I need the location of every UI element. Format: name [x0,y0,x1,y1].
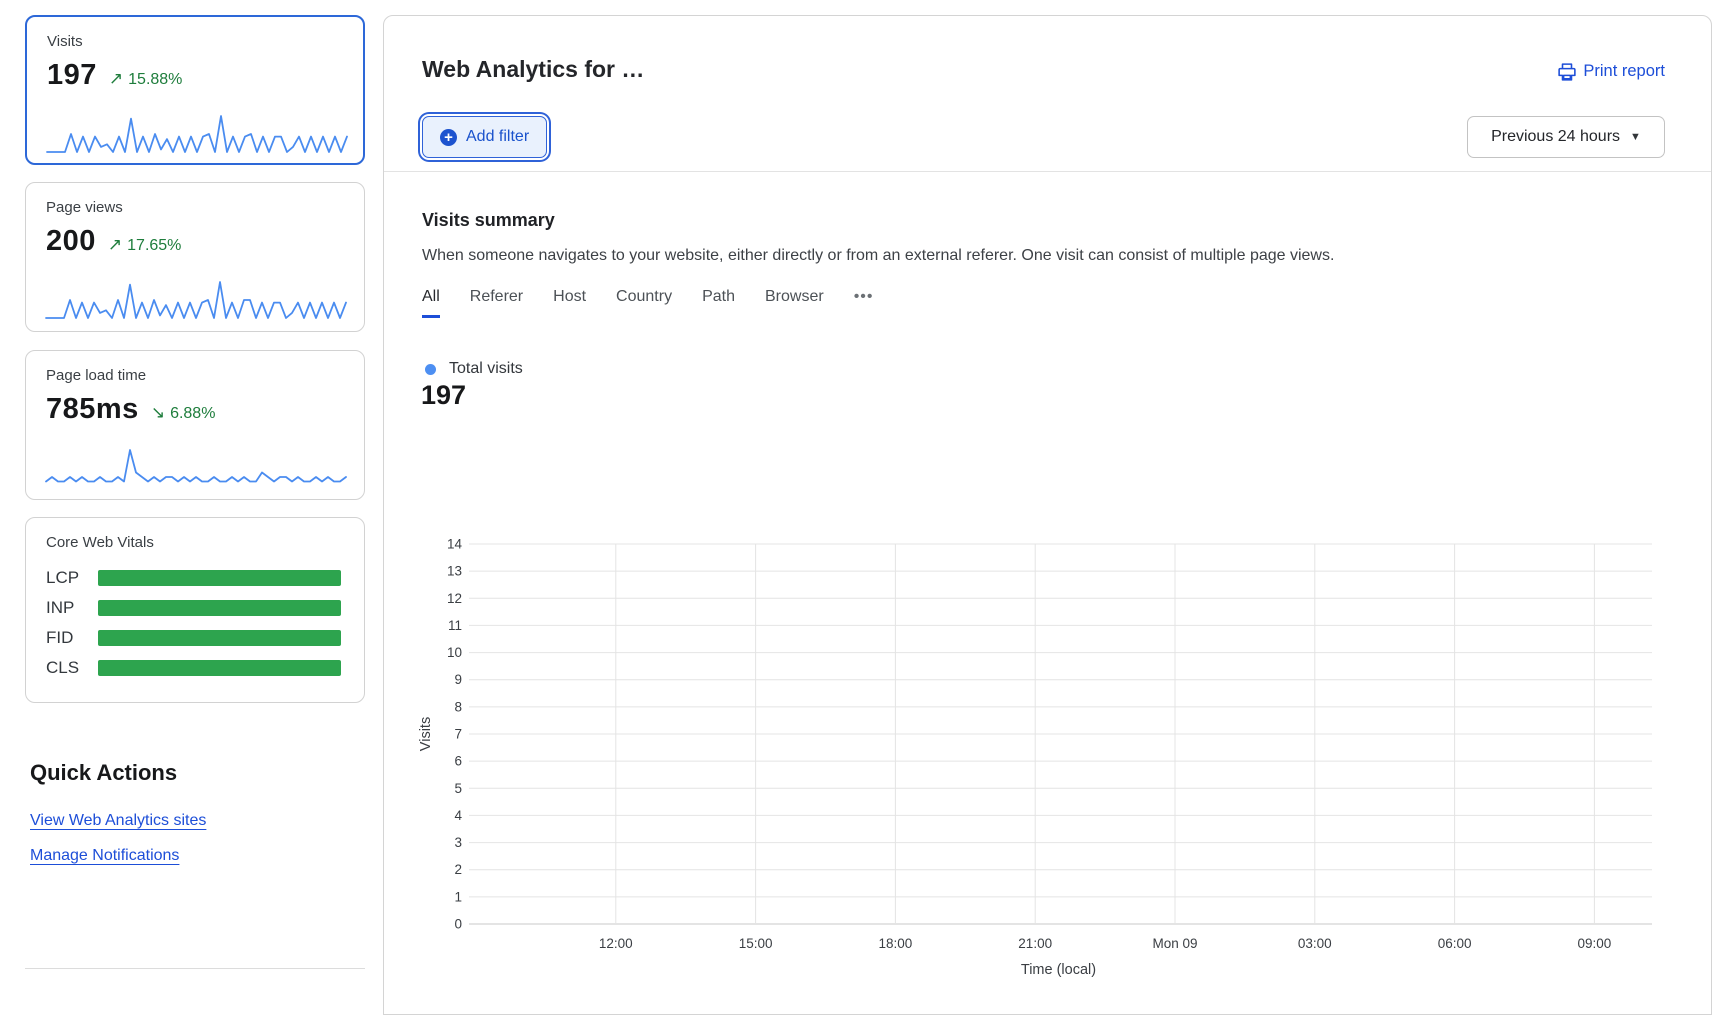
time-range-label: Previous 24 hours [1491,128,1620,146]
sidebar-divider [25,968,365,969]
core-web-vitals-title: Core Web Vitals [46,534,154,551]
cwv-bar-inp [98,600,341,616]
tab-all[interactable]: All [422,288,440,318]
svg-text:21:00: 21:00 [1018,936,1052,951]
svg-text:7: 7 [454,727,462,742]
tab-host[interactable]: Host [553,288,586,318]
cwv-row-lcp: LCP [46,568,346,588]
trend-up-icon: ↗ [108,235,122,255]
cwv-label-lcp: LCP [46,568,98,588]
visits-card-delta-value: 15.88% [128,71,182,89]
plus-circle-icon: + [440,129,457,146]
legend-label: Total visits [449,360,523,378]
visits-summary-title: Visits summary [422,210,555,231]
page-load-time-card-delta-value: 6.88% [170,405,215,423]
svg-text:18:00: 18:00 [879,936,913,951]
cwv-label-inp: INP [46,598,98,618]
chevron-down-icon: ▼ [1630,131,1641,143]
svg-text:0: 0 [454,917,462,932]
svg-text:Mon 09: Mon 09 [1152,936,1197,951]
page-views-card-delta-value: 17.65% [127,237,181,255]
cwv-row-inp: INP [46,598,346,618]
svg-text:8: 8 [454,699,462,714]
svg-text:03:00: 03:00 [1298,936,1332,951]
svg-text:09:00: 09:00 [1578,936,1612,951]
cwv-bar-lcp [98,570,341,586]
total-visits-legend[interactable]: Total visits [425,360,523,378]
svg-text:10: 10 [447,645,462,660]
manage-notifications-link[interactable]: Manage Notifications [30,847,179,865]
svg-text:Visits: Visits [418,717,434,751]
cwv-label-fid: FID [46,628,98,648]
svg-text:12:00: 12:00 [599,936,633,951]
page-views-card-title: Page views [46,199,123,216]
svg-text:6: 6 [454,754,462,769]
svg-text:1: 1 [454,889,462,904]
page-views-card-delta: ↗ 17.65% [108,235,182,255]
tab-referer[interactable]: Referer [470,288,523,318]
svg-text:15:00: 15:00 [739,936,773,951]
svg-text:14: 14 [447,537,463,552]
page-title: Web Analytics for … [422,56,644,83]
svg-text:11: 11 [448,618,462,633]
page-load-time-card-delta: ↘ 6.88% [151,403,216,423]
tab-country[interactable]: Country [616,288,672,318]
visits-card-delta: ↗ 15.88% [109,69,183,89]
printer-icon [1558,63,1576,81]
svg-text:13: 13 [447,564,462,579]
visits-sparkline [45,111,349,155]
add-filter-label: Add filter [466,128,529,146]
web-analytics-panel: Web Analytics for … Print report + Add f… [383,15,1712,1015]
header-divider [384,171,1711,172]
visits-line-chart: 0123456789101112131412:0015:0018:0021:00… [414,466,1674,991]
svg-text:5: 5 [454,781,462,796]
print-report-label: Print report [1583,62,1665,81]
add-filter-button[interactable]: + Add filter [422,116,547,158]
time-range-dropdown[interactable]: Previous 24 hours ▼ [1467,116,1665,158]
total-visits-value: 197 [421,380,466,411]
visits-chart: 0123456789101112131412:0015:0018:0021:00… [414,466,1674,991]
svg-text:06:00: 06:00 [1438,936,1472,951]
cwv-row-cls: CLS [46,658,346,678]
visits-card[interactable]: Visits 197 ↗ 15.88% [25,15,365,165]
page-views-sparkline [44,277,348,321]
legend-dot-icon [425,364,436,375]
page-load-time-card-title: Page load time [46,367,146,384]
svg-text:9: 9 [454,672,462,687]
cwv-row-fid: FID [46,628,346,648]
svg-text:4: 4 [454,808,462,823]
visits-card-title: Visits [47,33,83,50]
tab-[interactable]: ••• [854,288,874,318]
trend-down-icon: ↘ [151,403,165,423]
visits-summary-description: When someone navigates to your website, … [422,247,1334,265]
page-load-time-card[interactable]: Page load time 785ms ↘ 6.88% [25,350,365,500]
summary-tabs: All Referer Host Country Path Browser ••• [422,288,874,318]
page-views-card[interactable]: Page views 200 ↗ 17.65% [25,182,365,332]
print-report-button[interactable]: Print report [1558,62,1665,81]
page-load-time-sparkline [44,445,348,489]
tab-browser[interactable]: Browser [765,288,824,318]
page-views-card-value: 200 [46,225,96,258]
svg-text:12: 12 [447,591,462,606]
tab-path[interactable]: Path [702,288,735,318]
view-web-analytics-sites-link[interactable]: View Web Analytics sites [30,812,206,830]
quick-actions-title: Quick Actions [30,760,177,786]
core-web-vitals-card[interactable]: Core Web Vitals LCP INP FID CLS [25,517,365,703]
trend-up-icon: ↗ [109,69,123,89]
svg-text:3: 3 [454,835,462,850]
svg-text:Time (local): Time (local) [1021,962,1096,978]
page-load-time-card-value: 785ms [46,393,139,426]
cwv-bar-cls [98,660,341,676]
visits-card-value: 197 [47,59,97,92]
cwv-bar-fid [98,630,341,646]
svg-text:2: 2 [454,862,462,877]
cwv-label-cls: CLS [46,658,98,678]
